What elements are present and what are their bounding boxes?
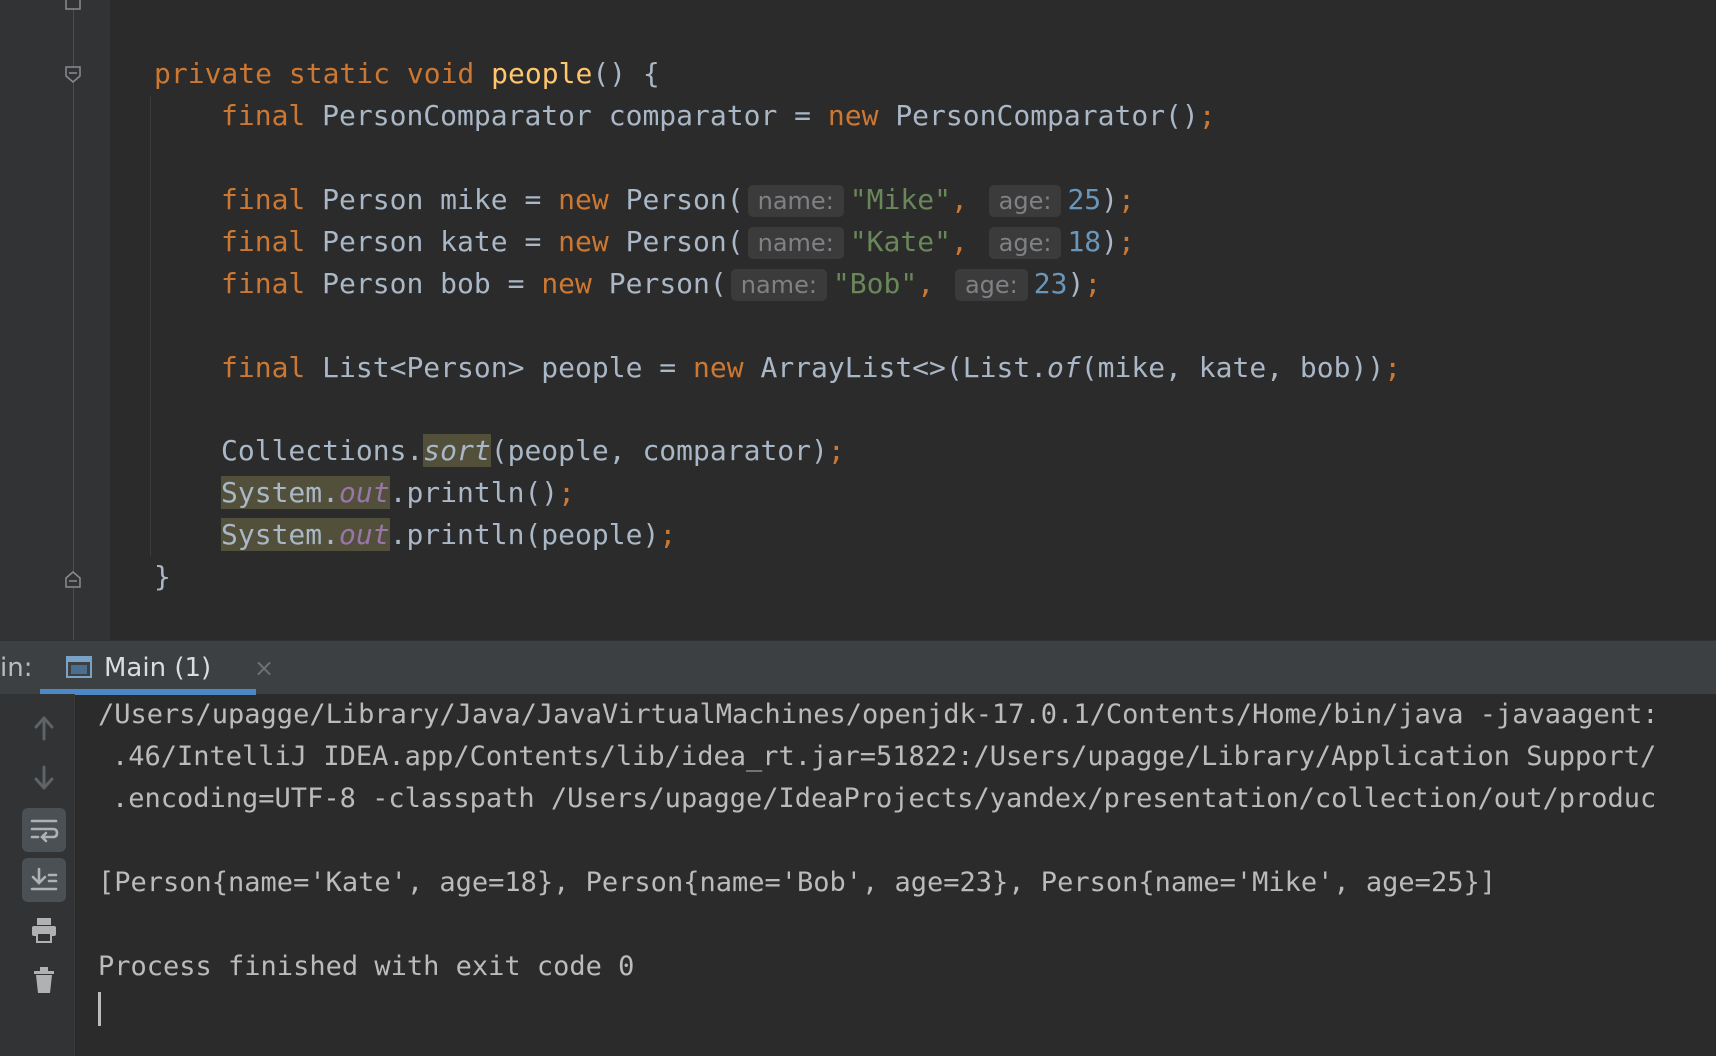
run-panel-header: in: Main (1) × xyxy=(0,640,1716,695)
semicolon: ; xyxy=(1084,267,1102,300)
person-decl: Person kate = xyxy=(322,225,559,258)
println-owner: System. xyxy=(221,518,340,551)
param-hint-age: age: xyxy=(954,269,1028,301)
param-hint-name: name: xyxy=(730,269,827,301)
name-value: "Mike" xyxy=(849,183,951,216)
indent-guide xyxy=(150,96,151,556)
new-keyword: new xyxy=(558,183,609,216)
new-keyword: new xyxy=(827,99,879,132)
sort-method: sort xyxy=(423,434,491,467)
out-field: out xyxy=(339,518,390,551)
down-arrow-icon[interactable] xyxy=(22,756,66,800)
system-out-highlight: System.out xyxy=(221,518,390,551)
list-args: (mike, kate, bob)) xyxy=(1080,351,1385,384)
tab-main[interactable]: Main (1) × xyxy=(40,641,274,695)
final-keyword: final xyxy=(221,99,306,132)
param-hint-age: age: xyxy=(988,185,1062,217)
tab-main-label: Main (1) xyxy=(104,653,212,683)
person-decl: Person bob = xyxy=(322,267,542,300)
println-call: .println(people) xyxy=(389,518,660,551)
semicolon: ; xyxy=(1118,225,1135,258)
close-icon[interactable]: × xyxy=(254,641,274,695)
new-keyword: new xyxy=(693,351,744,384)
person-line-mike[interactable]: final Person mike = new Person(name: "Mik… xyxy=(221,180,1135,220)
console-window-icon xyxy=(66,656,92,678)
list-line[interactable]: final List<Person> people = new ArrayLis… xyxy=(221,348,1401,388)
closing-brace-line[interactable]: } xyxy=(154,557,171,597)
semicolon: ; xyxy=(1384,351,1402,384)
trash-icon[interactable] xyxy=(22,958,66,1002)
comma: , xyxy=(950,225,968,258)
text-caret xyxy=(98,992,101,1026)
new-keyword: new xyxy=(541,267,592,300)
person-ctor: Person( xyxy=(625,183,744,216)
final-keyword: final xyxy=(221,351,306,384)
method-open: () { xyxy=(592,57,660,90)
method-signature-line[interactable]: private static void people() { xyxy=(154,54,660,94)
fold-close-icon[interactable] xyxy=(64,0,82,10)
println-line-people[interactable]: System.out.println(people); xyxy=(221,515,676,555)
param-hint-age: age: xyxy=(988,227,1062,259)
person-ctor: Person( xyxy=(608,267,727,300)
editor-gutter xyxy=(0,0,110,640)
name-value: "Kate" xyxy=(849,225,951,258)
semicolon: ; xyxy=(1198,99,1216,132)
final-keyword: final xyxy=(221,225,306,258)
new-keyword: new xyxy=(558,225,609,258)
name-value: "Bob" xyxy=(832,267,918,300)
person-line-bob[interactable]: final Person bob = new Person(name: "Bob"… xyxy=(221,264,1101,304)
semicolon: ; xyxy=(558,476,576,509)
sort-line[interactable]: Collections.sort(people, comparator); xyxy=(221,431,845,471)
console-line: .46/IntelliJ IDEA.app/Contents/lib/idea_… xyxy=(112,741,1657,772)
code-editor[interactable]: private static void people() { final Per… xyxy=(0,0,1716,640)
comma: , xyxy=(950,183,968,216)
sort-args: (people, comparator) xyxy=(490,434,828,467)
list-decl: List<Person> people = xyxy=(322,351,694,384)
sort-owner: Collections. xyxy=(221,434,424,467)
list-of-call: of xyxy=(1047,351,1081,384)
run-panel: in: Main (1) × /Users/upagge/Library/Jav… xyxy=(0,640,1716,1056)
console-line-exit: Process finished with exit code 0 xyxy=(98,951,635,982)
soft-wrap-icon[interactable] xyxy=(22,808,66,852)
scroll-to-end-icon[interactable] xyxy=(22,858,66,902)
method-modifiers: private static void xyxy=(154,57,475,90)
comparator-decl: PersonComparator comparator = xyxy=(322,99,828,132)
method-name: people xyxy=(491,57,593,90)
semicolon: ; xyxy=(1118,183,1135,216)
semicolon: ; xyxy=(827,434,845,467)
println-line-empty[interactable]: System.out.println(); xyxy=(221,473,575,513)
person-decl: Person mike = xyxy=(322,183,559,216)
age-value: 18 xyxy=(1067,225,1102,258)
age-value: 25 xyxy=(1067,183,1102,216)
console-line: .encoding=UTF-8 -classpath /Users/upagge… xyxy=(112,783,1657,814)
param-hint-name: name: xyxy=(747,227,844,259)
comparator-line[interactable]: final PersonComparator comparator = new … xyxy=(221,96,1216,136)
age-value: 23 xyxy=(1033,267,1068,300)
println-call: .println() xyxy=(389,476,559,509)
comparator-ctor: PersonComparator() xyxy=(895,99,1199,132)
person-ctor: Person( xyxy=(625,225,744,258)
print-icon[interactable] xyxy=(22,908,66,952)
list-ctor: ArrayList<>(List. xyxy=(760,351,1048,384)
console-line-result: [Person{name='Kate', age=18}, Person{nam… xyxy=(98,867,1496,898)
gutter-divider xyxy=(73,0,74,640)
final-keyword: final xyxy=(221,183,306,216)
semicolon: ; xyxy=(659,518,677,551)
system-out-highlight: System.out xyxy=(221,476,390,509)
closing-brace: } xyxy=(154,560,171,593)
fold-close-icon[interactable] xyxy=(64,570,82,588)
run-label: in: xyxy=(0,653,33,683)
final-keyword: final xyxy=(221,267,306,300)
fold-open-icon[interactable] xyxy=(64,66,82,84)
up-arrow-icon[interactable] xyxy=(22,706,66,750)
comma: , xyxy=(917,267,935,300)
out-field: out xyxy=(339,476,390,509)
param-hint-name: name: xyxy=(747,185,844,217)
run-toolbar xyxy=(0,694,75,1056)
person-line-kate[interactable]: final Person kate = new Person(name: "Kat… xyxy=(221,222,1135,262)
console-line: /Users/upagge/Library/Java/JavaVirtualMa… xyxy=(98,699,1659,730)
println-owner: System. xyxy=(221,476,340,509)
